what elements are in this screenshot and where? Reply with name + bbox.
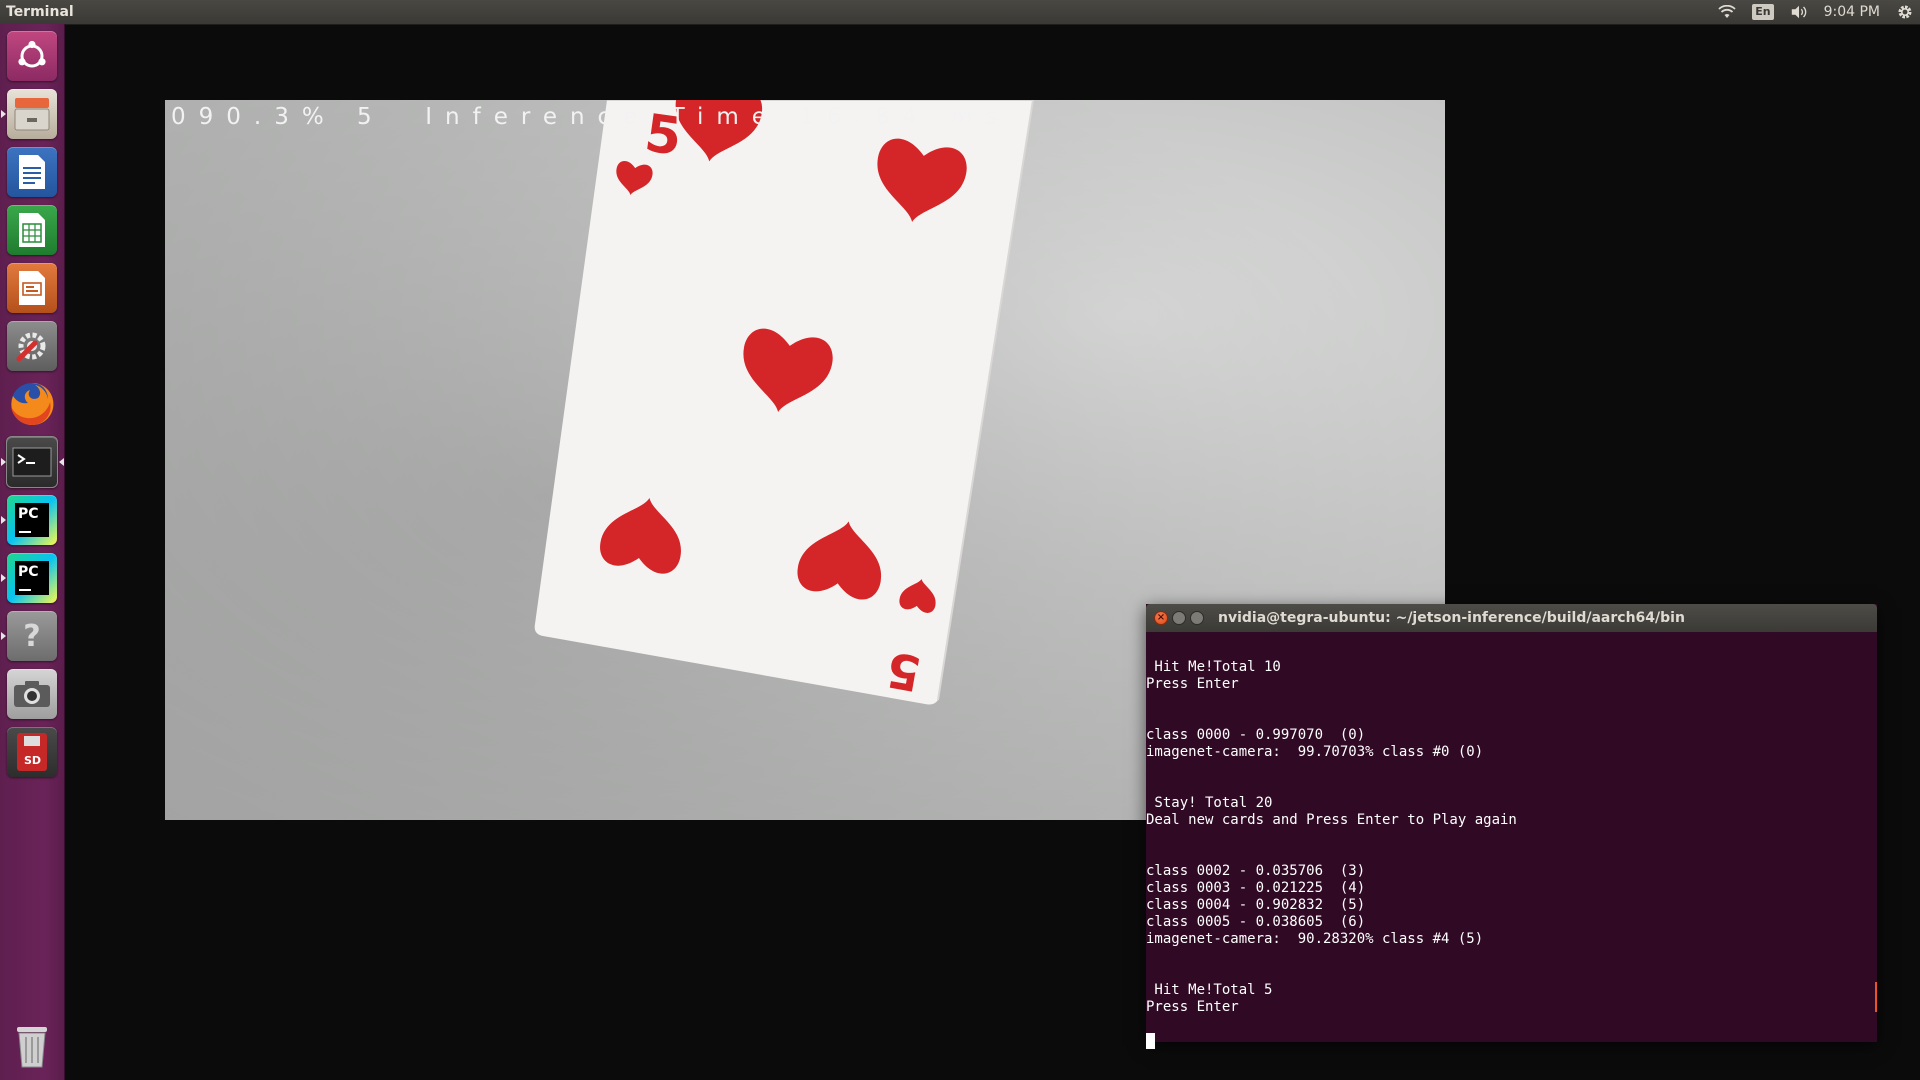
text-cursor (1146, 1033, 1155, 1049)
top-panel: Terminal En 9:04 PM (0, 0, 1920, 25)
settings-wrench-icon (7, 321, 57, 371)
running-indicator (1, 574, 6, 582)
terminal-titlebar[interactable]: × nvidia@tegra-ubuntu: ~/jetson-inferenc… (1146, 604, 1877, 632)
launcher-pycharm-2[interactable]: PC (1, 552, 58, 604)
launcher-ubuntu-dash[interactable] (6, 30, 58, 82)
terminal-prompt-line[interactable] (1146, 1033, 1877, 1050)
impress-presentation-icon (7, 263, 57, 313)
terminal-output[interactable]: Hit Me!Total 10 Press Enter class 0000 -… (1146, 632, 1877, 1052)
terminal-line: imagenet-camera: 90.28320% class #4 (5) (1146, 931, 1484, 947)
minimize-window-button[interactable] (1172, 611, 1186, 625)
running-indicator (1, 110, 6, 118)
terminal-line: Hit Me!Total 5 (1146, 982, 1273, 998)
terminal-line: Press Enter (1146, 999, 1239, 1015)
running-indicator (1, 458, 6, 466)
pycharm-icon: PC (7, 495, 57, 545)
terminal-line: Stay! Total 20 (1146, 795, 1273, 811)
terminal-line: class 0005 - 0.038605 (6) (1146, 914, 1366, 930)
help-question-icon: ? (7, 611, 57, 661)
launcher-files[interactable] (1, 88, 58, 140)
trash-icon (7, 1021, 57, 1071)
writer-document-icon (7, 147, 57, 197)
launcher-camera[interactable] (6, 668, 58, 720)
inference-overlay-text: 090.3% 5 Inference Time 16.84 ms (171, 104, 1011, 130)
terminal-line: class 0000 - 0.997070 (0) (1146, 727, 1366, 743)
launcher-firefox[interactable] (6, 378, 58, 430)
terminal-title: nvidia@tegra-ubuntu: ~/jetson-inference/… (1218, 610, 1685, 626)
running-indicator (1, 516, 6, 524)
focused-indicator (59, 458, 64, 466)
volume-icon[interactable] (1790, 3, 1808, 21)
calc-spreadsheet-icon (7, 205, 57, 255)
terminal-line: class 0002 - 0.035706 (3) (1146, 863, 1366, 879)
launcher-trash[interactable] (6, 1020, 58, 1072)
terminal-line: Press Enter (1146, 676, 1239, 692)
terminal-line: class 0004 - 0.902832 (5) (1146, 897, 1366, 913)
launcher-libreoffice-calc[interactable] (6, 204, 58, 256)
running-indicator (1, 632, 6, 640)
clock[interactable]: 9:04 PM (1824, 0, 1880, 24)
ubuntu-logo-icon (7, 31, 57, 81)
keyboard-language-indicator[interactable]: En (1752, 4, 1774, 20)
launcher-terminal[interactable] (1, 436, 64, 488)
settings-gear-icon[interactable] (1896, 3, 1914, 21)
terminal-line: class 0003 - 0.021225 (4) (1146, 880, 1366, 896)
launcher-pycharm-1[interactable]: PC (1, 494, 58, 546)
launcher-sd-card[interactable]: SD (6, 726, 58, 778)
pycharm-icon: PC (7, 553, 57, 603)
active-app-title: Terminal (6, 4, 74, 20)
terminal-line: Deal new cards and Press Enter to Play a… (1146, 812, 1517, 828)
indicator-area: En 9:04 PM (1718, 0, 1914, 24)
launcher-libreoffice-writer[interactable] (6, 146, 58, 198)
terminal-scrollbar[interactable] (1875, 982, 1877, 1012)
launcher-help[interactable]: ? (1, 610, 58, 662)
camera-icon (7, 669, 57, 719)
wifi-icon[interactable] (1718, 3, 1736, 21)
file-cabinet-icon (7, 89, 57, 139)
terminal-line: imagenet-camera: 99.70703% class #0 (0) (1146, 744, 1484, 760)
launcher: PC PC ? SD (0, 24, 65, 1080)
sd-card-icon: SD (7, 727, 57, 777)
maximize-window-button[interactable] (1190, 611, 1204, 625)
launcher-system-settings[interactable] (6, 320, 58, 372)
firefox-icon (7, 379, 57, 429)
close-window-button[interactable]: × (1154, 611, 1168, 625)
terminal-line: Hit Me!Total 10 (1146, 659, 1281, 675)
terminal-window[interactable]: × nvidia@tegra-ubuntu: ~/jetson-inferenc… (1146, 604, 1877, 1049)
terminal-icon (6, 436, 58, 488)
launcher-libreoffice-impress[interactable] (6, 262, 58, 314)
